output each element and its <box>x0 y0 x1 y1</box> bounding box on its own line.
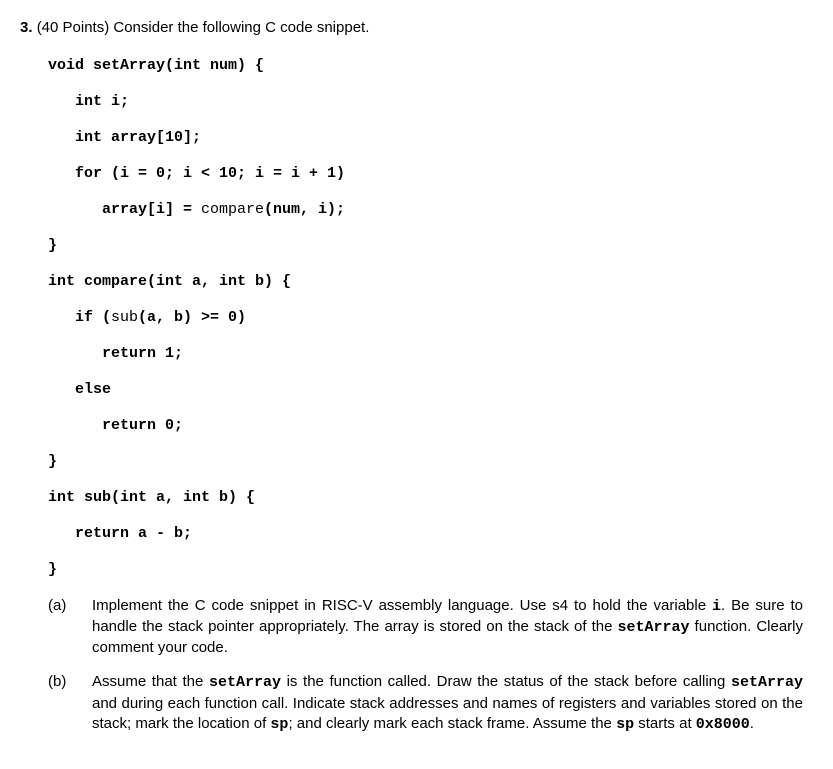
code-line: return 0; <box>48 417 183 434</box>
code-line: return 1; <box>48 345 183 362</box>
code-line: else <box>48 381 111 398</box>
question-points: (40 Points) Consider the following C cod… <box>37 19 370 36</box>
subpart-label: (a) <box>48 596 92 659</box>
subpart-a: (a) Implement the C code snippet in RISC… <box>48 596 803 659</box>
code-line: if ( <box>48 309 111 326</box>
code-line: } <box>48 453 57 470</box>
question-number: 3. <box>20 19 33 36</box>
subparts: (a) Implement the C code snippet in RISC… <box>48 596 803 736</box>
subpart-text: Implement the C code snippet in RISC-V a… <box>92 596 803 659</box>
code-line: int i; <box>48 93 129 110</box>
code-line: sub <box>111 309 138 326</box>
subpart-text: Assume that the setArray is the function… <box>92 672 803 735</box>
code-line: return a - b; <box>48 525 192 542</box>
subpart-label: (b) <box>48 672 92 735</box>
code-line: int sub(int a, int b) { <box>48 489 255 506</box>
code-line: (num, i); <box>264 201 345 218</box>
code-line: } <box>48 237 57 254</box>
code-line: void setArray(int num) { <box>48 57 264 74</box>
code-line: int compare(int a, int b) { <box>48 273 291 290</box>
question-header: 3. (40 Points) Consider the following C … <box>20 18 803 38</box>
code-line: (a, b) >= 0) <box>138 309 246 326</box>
subpart-b: (b) Assume that the setArray is the func… <box>48 672 803 735</box>
code-line: int array[10]; <box>48 129 201 146</box>
code-line: for (i = 0; i < 10; i = i + 1) <box>48 165 345 182</box>
code-line: compare <box>201 201 264 218</box>
code-line: array[i] = <box>48 201 201 218</box>
code-line: } <box>48 561 57 578</box>
code-snippet: void setArray(int num) { int i; int arra… <box>48 48 803 588</box>
